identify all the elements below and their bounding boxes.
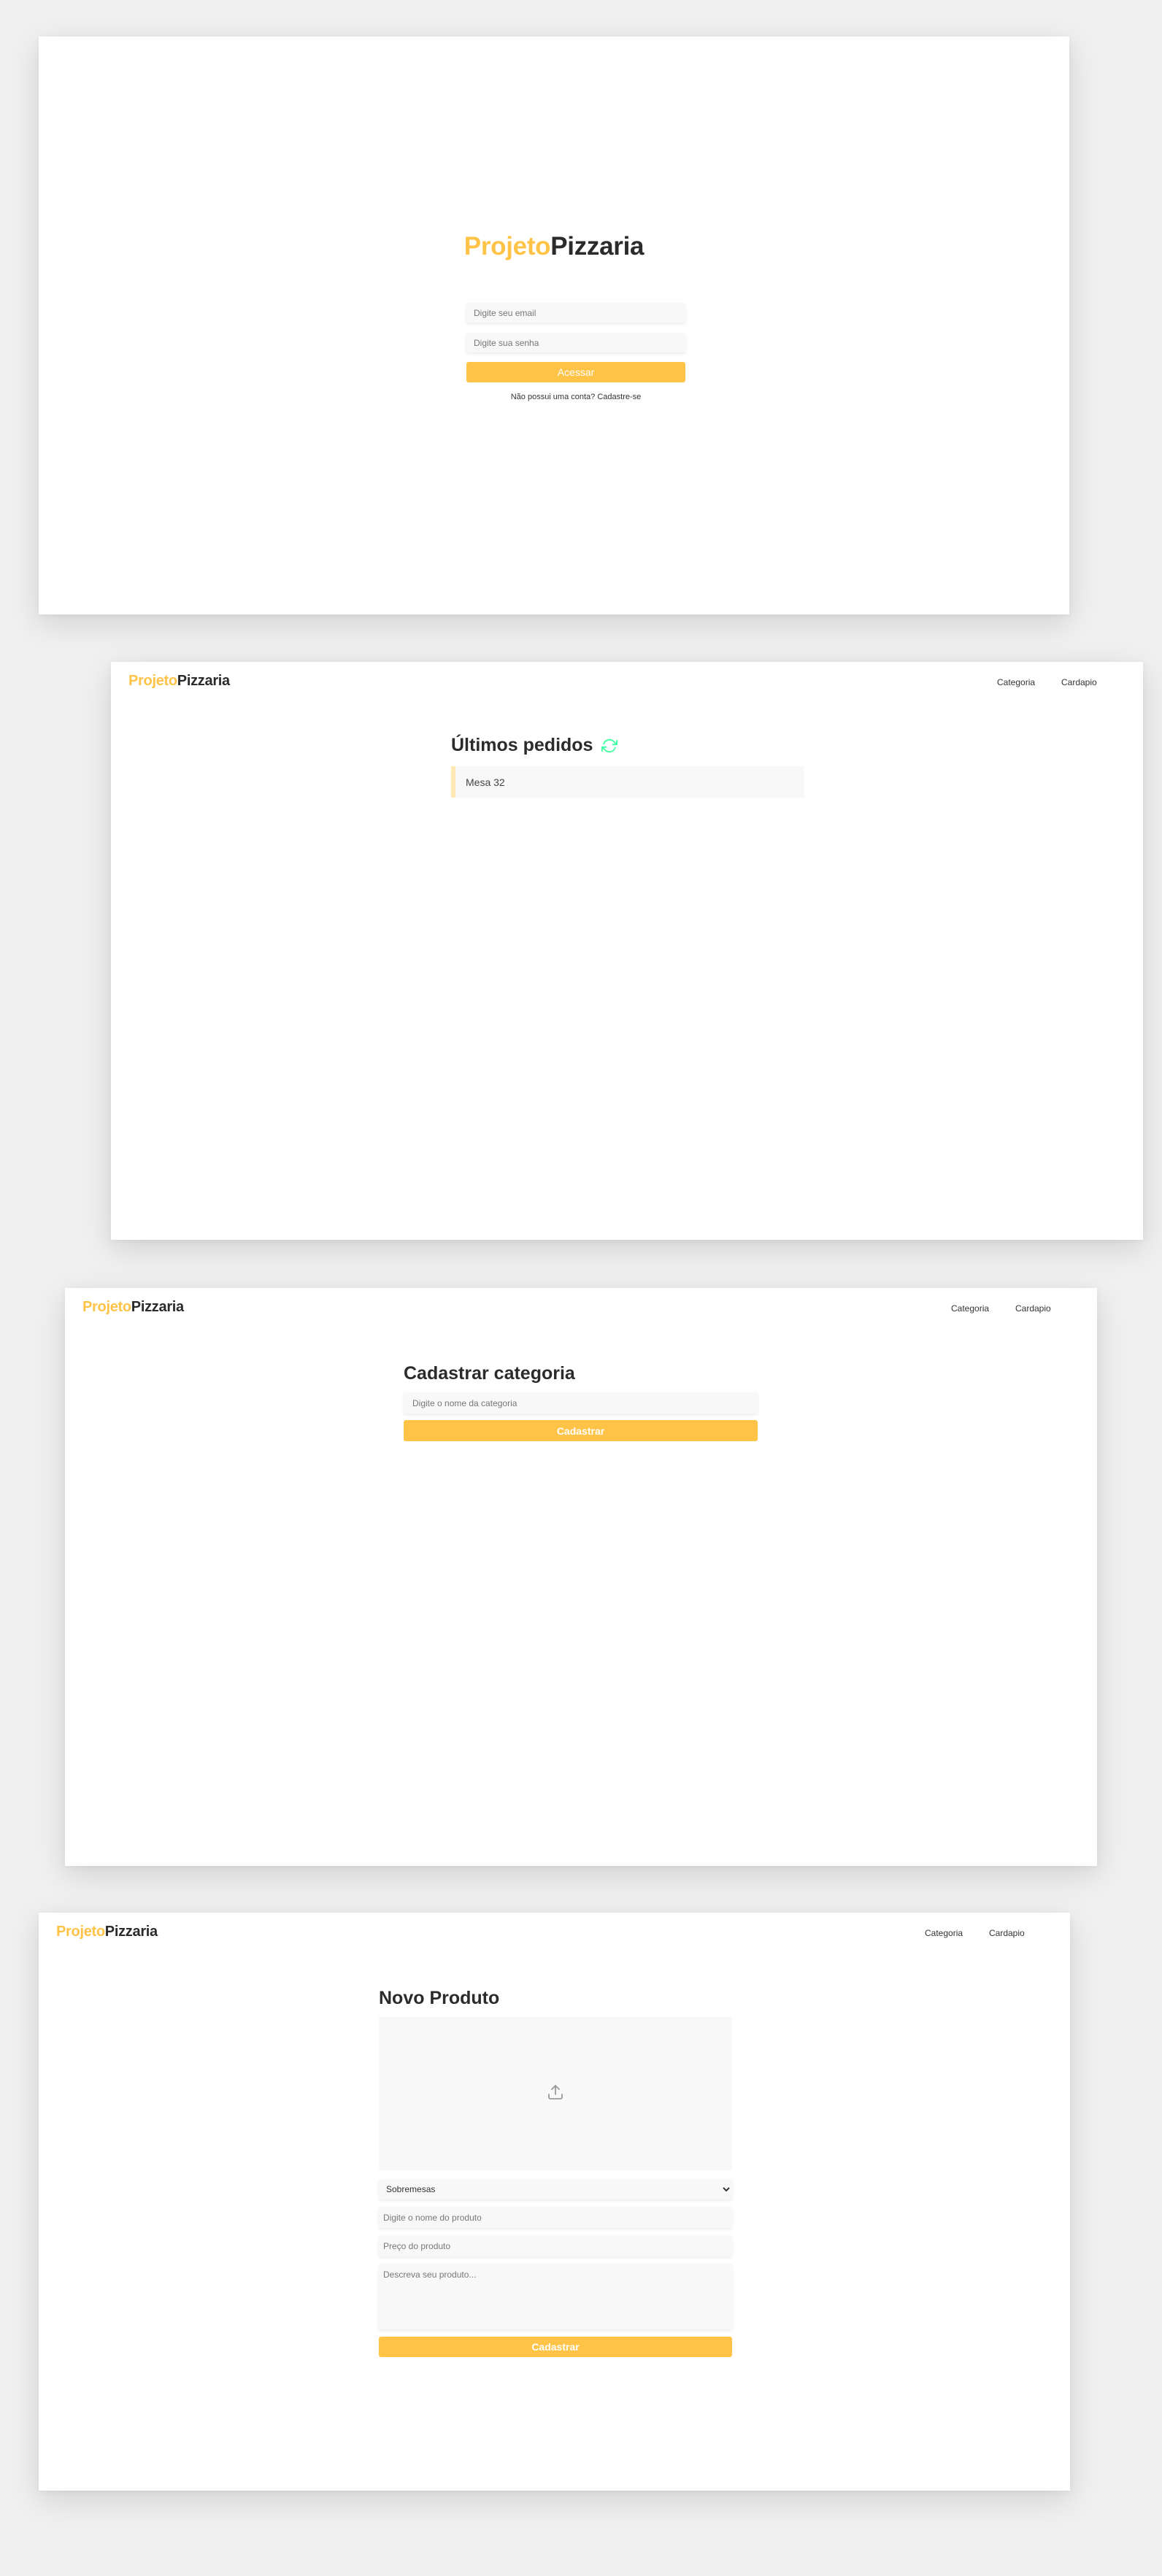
image-upload-area[interactable] <box>379 2017 732 2170</box>
product-form: Novo Produto Sobremesas Cadastrar <box>379 1988 732 2357</box>
category-form: Cadastrar categoria Cadastrar <box>404 1363 758 1441</box>
header-logo[interactable]: ProjetoPizzaria <box>128 673 230 690</box>
header: ProjetoPizzaria Categoria Cardapio <box>39 1913 1070 1951</box>
page-title: Últimos pedidos <box>451 735 593 755</box>
logo-projeto: Projeto <box>56 1924 105 1940</box>
nav-cardapio[interactable]: Cardapio <box>1015 1303 1051 1314</box>
logo-projeto: Projeto <box>463 232 551 261</box>
logo-pizzaria: Pizzaria <box>131 1299 184 1315</box>
logo-projeto: Projeto <box>128 673 177 689</box>
header-logo[interactable]: ProjetoPizzaria <box>82 1299 184 1316</box>
product-description-input[interactable] <box>379 2264 732 2329</box>
email-input[interactable] <box>466 303 685 323</box>
orders-container: Últimos pedidos Mesa 32 <box>451 735 804 798</box>
product-price-input[interactable] <box>379 2235 732 2256</box>
dashboard-screen: ProjetoPizzaria Categoria Cardapio Últim… <box>111 662 1143 1240</box>
register-product-button[interactable]: Cadastrar <box>379 2337 732 2357</box>
header: ProjetoPizzaria Categoria Cardapio <box>111 662 1143 700</box>
nav-categoria[interactable]: Categoria <box>951 1303 989 1314</box>
logo-pizzaria: Pizzaria <box>177 673 230 689</box>
orders-header: Últimos pedidos <box>451 735 804 756</box>
password-input[interactable] <box>466 333 685 352</box>
nav-categoria[interactable]: Categoria <box>925 1928 963 1938</box>
order-label: Mesa 32 <box>466 776 505 788</box>
category-screen: ProjetoPizzaria Categoria Cardapio Cadas… <box>65 1288 1097 1866</box>
page-title: Cadastrar categoria <box>404 1363 575 1384</box>
signup-link[interactable]: Não possui uma conta? Cadastre-se <box>466 393 685 401</box>
login-screen: ProjetoPizzaria Acessar Não possui uma c… <box>39 36 1069 614</box>
login-button[interactable]: Acessar <box>466 362 685 382</box>
upload-icon <box>547 2083 564 2105</box>
logo-pizzaria: Pizzaria <box>104 1924 158 1940</box>
login-form: Acessar Não possui uma conta? Cadastre-s… <box>466 303 685 401</box>
product-name-input[interactable] <box>379 2207 732 2228</box>
nav-cardapio[interactable]: Cardapio <box>989 1928 1025 1938</box>
product-screen: ProjetoPizzaria Categoria Cardapio Novo … <box>39 1913 1070 2491</box>
nav-categoria[interactable]: Categoria <box>997 677 1035 687</box>
header-logo[interactable]: ProjetoPizzaria <box>56 1924 158 1940</box>
nav-cardapio[interactable]: Cardapio <box>1061 677 1097 687</box>
logo-pizzaria: Pizzaria <box>550 232 645 261</box>
category-name-input[interactable] <box>404 1392 758 1414</box>
order-item[interactable]: Mesa 32 <box>451 766 804 798</box>
page-title: Novo Produto <box>379 1988 500 2008</box>
category-select[interactable]: Sobremesas <box>379 2179 732 2199</box>
register-category-button[interactable]: Cadastrar <box>404 1420 758 1441</box>
header: ProjetoPizzaria Categoria Cardapio <box>65 1288 1097 1326</box>
logo: ProjetoPizzaria <box>39 232 1069 261</box>
refresh-icon[interactable] <box>601 738 618 754</box>
logo-projeto: Projeto <box>82 1299 131 1315</box>
